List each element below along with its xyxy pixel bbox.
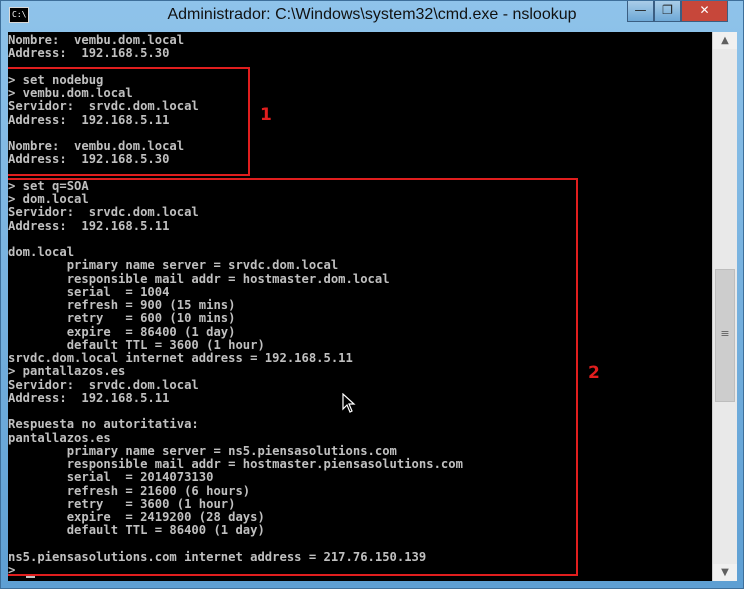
console-line: Address: 192.168.5.30	[8, 46, 170, 61]
console-output[interactable]: Nombre: vembu.dom.local Address: 192.168.…	[8, 32, 712, 581]
annotation-box-2	[8, 178, 578, 576]
scroll-up-icon[interactable]: ▲	[713, 32, 737, 49]
scrollbar-thumb[interactable]: ≡	[715, 269, 735, 402]
console-line: Nombre: vembu.dom.local	[8, 33, 185, 47]
title-bar[interactable]: C:\ Administrador: C:\Windows\system32\c…	[1, 1, 743, 31]
maximize-button[interactable]: ❐	[654, 1, 681, 22]
minimize-button[interactable]: —	[627, 1, 654, 22]
close-button[interactable]: ✕	[681, 1, 728, 22]
cmd-window: C:\ Administrador: C:\Windows\system32\c…	[0, 0, 744, 589]
annotation-label-2: 2	[588, 363, 600, 383]
mouse-pointer-icon	[342, 393, 356, 413]
vertical-scrollbar[interactable]: ▲ ≡ ▼	[712, 32, 737, 581]
scroll-down-icon[interactable]: ▼	[713, 564, 737, 581]
annotation-label-1: 1	[260, 105, 272, 125]
annotation-box-1	[8, 67, 250, 176]
